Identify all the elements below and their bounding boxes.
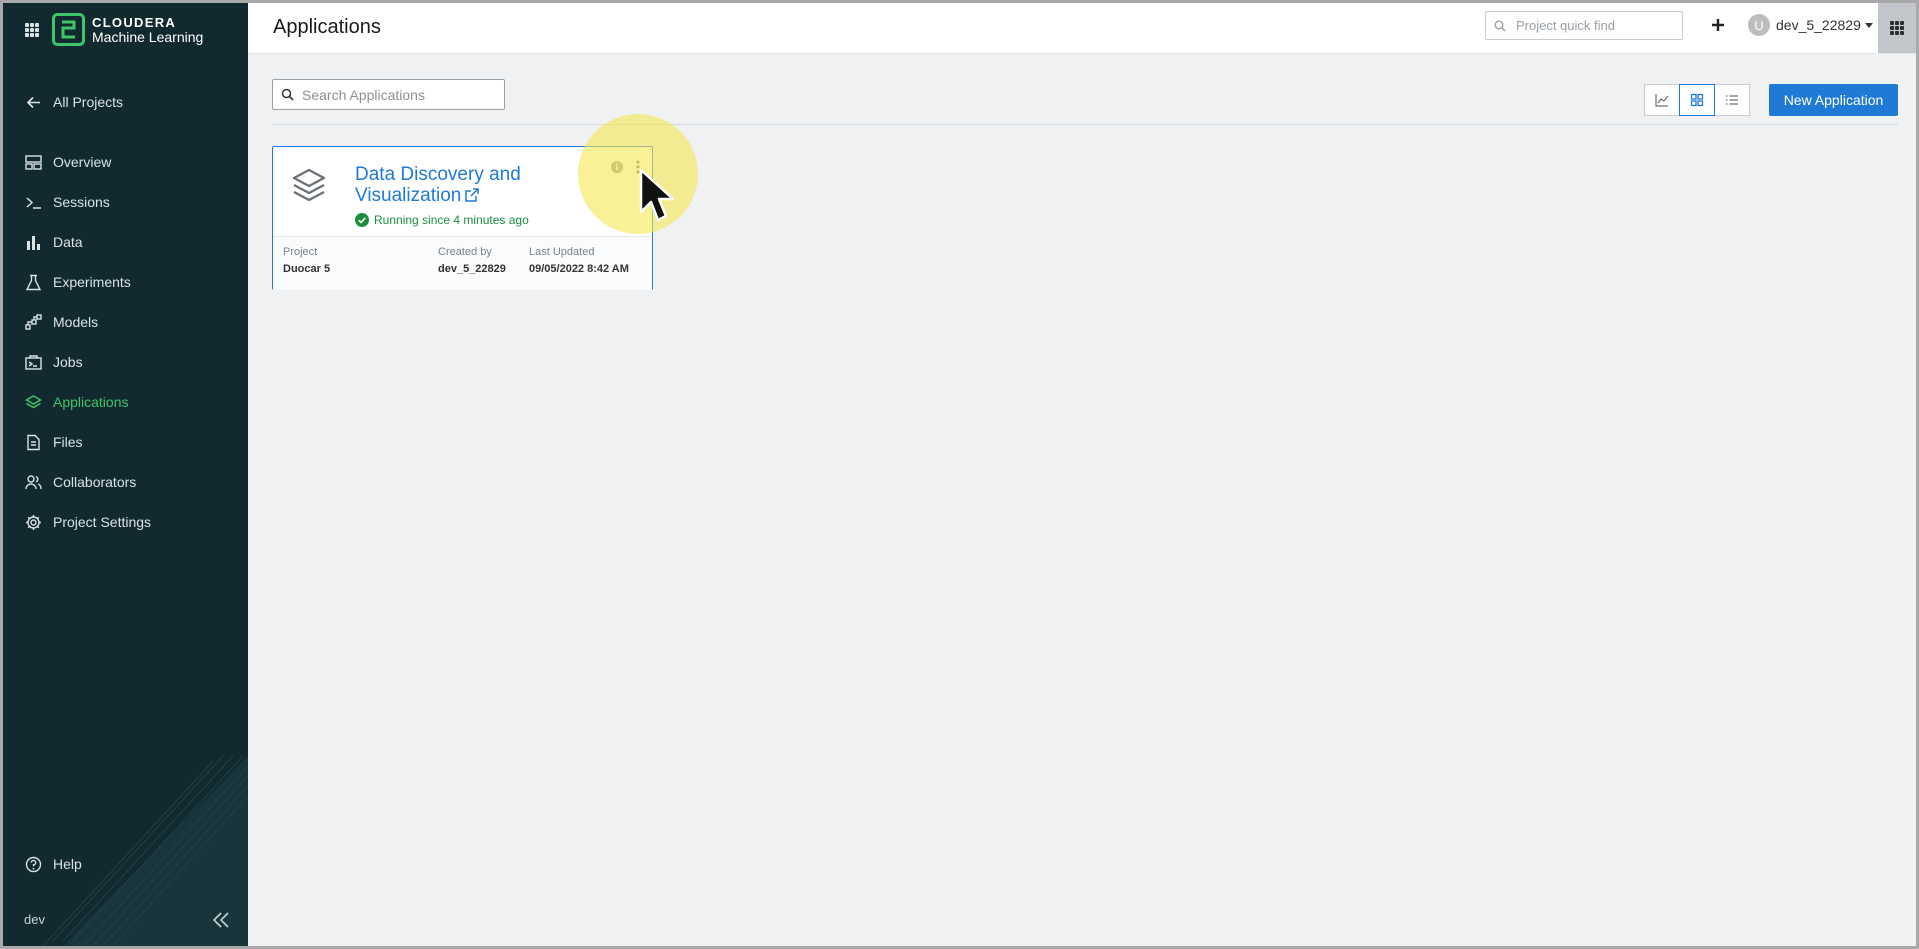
username: dev_5_22829: [1776, 17, 1861, 33]
check-circle-icon: [355, 213, 369, 227]
arrow-left-icon: [26, 96, 40, 108]
brand-name: CLOUDERA: [92, 14, 177, 30]
app-launcher-button[interactable]: [1878, 3, 1916, 53]
sidebar-item-collaborators[interactable]: Collaborators: [25, 470, 136, 494]
application-title: Data Discovery and Visualization: [355, 164, 521, 206]
sidebar-item-label: Files: [53, 434, 83, 450]
sidebar-item-label: Jobs: [53, 354, 83, 370]
created-by-value: dev_5_22829: [438, 263, 506, 275]
overview-icon: [25, 154, 42, 170]
layers-icon: [292, 168, 326, 202]
new-application-button[interactable]: New Application: [1769, 84, 1898, 116]
people-icon: [25, 474, 42, 489]
sidebar-item-experiments[interactable]: Experiments: [25, 270, 131, 294]
view-mode-toggle: [1644, 84, 1750, 116]
help-link[interactable]: Help: [25, 852, 82, 876]
sidebar-item-data[interactable]: Data: [25, 230, 83, 254]
sidebar: CLOUDERA Machine Learning All Projects O…: [3, 3, 248, 946]
cloudera-logo: [52, 13, 85, 46]
search-applications-input[interactable]: [300, 85, 494, 104]
grid-view-button[interactable]: [1679, 84, 1715, 116]
sidebar-item-label: Data: [53, 234, 83, 250]
brand-product: Machine Learning: [92, 28, 204, 45]
collapse-sidebar-icon[interactable]: [211, 911, 231, 929]
sidebar-item-models[interactable]: Models: [25, 310, 98, 334]
grid-icon: [1690, 93, 1704, 107]
line-chart-icon: [1655, 94, 1669, 107]
sidebar-item-label: Overview: [53, 154, 112, 170]
jobs-icon: [25, 354, 42, 370]
bar-chart-icon: [27, 235, 40, 250]
project-value: Duocar 5: [283, 263, 331, 275]
app-switcher-icon[interactable]: [25, 22, 39, 37]
brand: CLOUDERA Machine Learning: [25, 13, 203, 46]
help-icon: [25, 856, 42, 872]
grid-menu-icon: [1890, 21, 1904, 35]
more-options-icon[interactable]: [633, 159, 643, 175]
top-header: Applications U dev_5_22829: [248, 3, 1916, 54]
created-by-label: Created by: [438, 246, 492, 258]
sidebar-item-label: Sessions: [53, 194, 110, 210]
last-updated-label: Last Updated: [529, 246, 595, 258]
last-updated-value: 09/05/2022 8:42 AM: [529, 263, 629, 275]
gear-icon: [26, 514, 41, 530]
sidebar-item-label: Experiments: [53, 274, 131, 290]
sidebar-item-label: Project Settings: [53, 514, 152, 530]
help-label: Help: [53, 856, 82, 872]
search-icon: [281, 88, 294, 101]
sidebar-item-label: Models: [53, 314, 99, 330]
project-quick-find[interactable]: [1485, 11, 1683, 40]
environment-label: dev: [24, 912, 45, 927]
page-title: Applications: [273, 16, 381, 38]
avatar: U: [1748, 14, 1770, 36]
all-projects-link[interactable]: All Projects: [25, 90, 123, 114]
search-applications[interactable]: [272, 79, 505, 110]
sidebar-item-sessions[interactable]: Sessions: [25, 190, 110, 214]
status-text: Running since 4 minutes ago: [374, 213, 529, 227]
sidebar-item-jobs[interactable]: Jobs: [25, 350, 83, 374]
sidebar-item-project-settings[interactable]: Project Settings: [25, 510, 151, 534]
info-icon[interactable]: [611, 161, 623, 173]
project-label: Project: [283, 246, 318, 258]
model-icon: [25, 313, 42, 330]
application-status: Running since 4 minutes ago: [355, 213, 529, 227]
quick-find-input[interactable]: [1514, 17, 1668, 34]
sidebar-item-label: Collaborators: [53, 474, 137, 490]
external-link-icon: [465, 188, 480, 202]
all-projects-label: All Projects: [53, 94, 124, 110]
chevron-down-icon: [1864, 22, 1873, 28]
last-updated-meta: Last Updated 09/05/2022 8:42 AM: [529, 246, 629, 275]
sidebar-item-label: Applications: [53, 394, 129, 410]
file-icon: [27, 434, 40, 450]
sidebar-item-applications[interactable]: Applications: [25, 390, 129, 414]
flask-icon: [25, 274, 42, 290]
card-details: Project Duocar 5 Created by dev_5_22829 …: [273, 236, 652, 290]
terminal-icon: [26, 196, 41, 209]
sidebar-item-files[interactable]: Files: [25, 430, 83, 454]
application-card[interactable]: Data Discovery and Visualization Running…: [272, 146, 653, 290]
list-icon: [1726, 95, 1738, 105]
chart-view-button[interactable]: [1644, 84, 1680, 116]
layers-icon: [25, 394, 42, 408]
card-header: Data Discovery and Visualization Running…: [273, 147, 652, 236]
divider: [272, 124, 1898, 125]
user-menu[interactable]: U dev_5_22829: [1748, 14, 1873, 36]
created-by-meta: Created by dev_5_22829: [438, 246, 506, 275]
application-title-link[interactable]: Data Discovery and Visualization: [355, 164, 555, 206]
search-icon: [1494, 20, 1506, 31]
add-icon[interactable]: [1708, 15, 1728, 35]
app-window: CLOUDERA Machine Learning All Projects O…: [3, 3, 1916, 946]
list-view-button[interactable]: [1714, 84, 1750, 116]
sidebar-item-overview[interactable]: Overview: [25, 150, 111, 174]
project-meta: Project Duocar 5: [283, 246, 330, 275]
